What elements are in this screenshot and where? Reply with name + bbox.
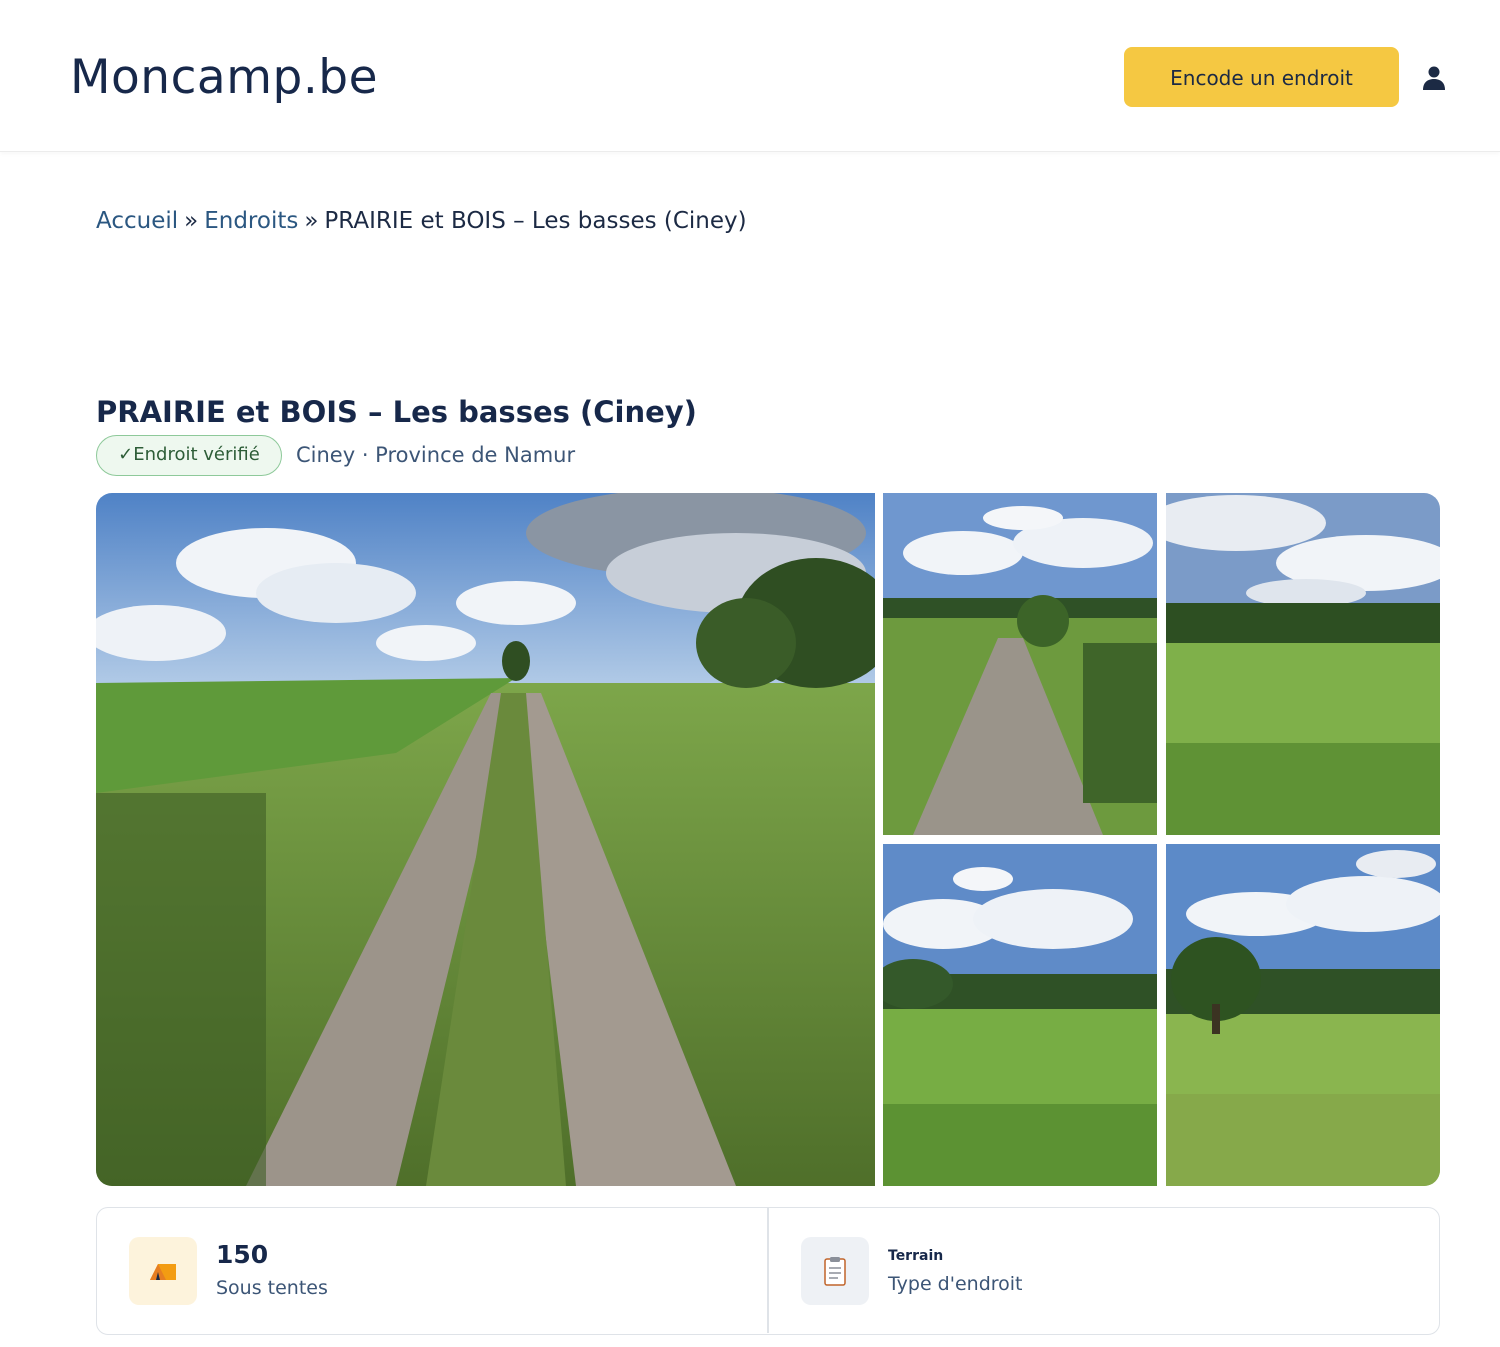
breadcrumb-section-link[interactable]: Endroits xyxy=(204,208,298,234)
place-type-label: Type d'endroit xyxy=(888,1273,1023,1295)
encode-place-button[interactable]: Encode un endroit xyxy=(1124,47,1399,107)
place-type-value: Terrain xyxy=(888,1248,944,1264)
user-icon[interactable] xyxy=(1420,64,1448,92)
site-logo[interactable]: Moncamp.be xyxy=(70,44,378,112)
capacity-value: 150 xyxy=(216,1240,269,1269)
breadcrumb-separator: » xyxy=(304,208,319,234)
photo-gallery xyxy=(96,493,1440,1186)
grass-field-woods-photo[interactable] xyxy=(1166,493,1440,835)
page-title: PRAIRIE et BOIS – Les basses (Ciney) xyxy=(96,395,697,429)
info-panel: 150 Sous tentes Terrain Type d'endroit xyxy=(96,1207,1440,1335)
oak-tree-meadow-photo[interactable] xyxy=(1166,844,1440,1186)
place-type-card: Terrain Type d'endroit xyxy=(769,1208,1439,1333)
location-text: Ciney · Province de Namur xyxy=(296,443,576,467)
breadcrumb: Accueil» Endroits» PRAIRIE et BOIS – Les b… xyxy=(96,203,747,239)
clipboard-icon xyxy=(801,1237,869,1305)
breadcrumb-home-link[interactable]: Accueil xyxy=(96,208,178,234)
breadcrumb-separator: » xyxy=(184,208,199,234)
gravel-path-photo[interactable] xyxy=(883,493,1157,835)
verified-badge: ✓Endroit vérifié xyxy=(96,435,282,476)
tent-icon xyxy=(129,1237,197,1305)
capacity-label: Sous tentes xyxy=(216,1277,328,1299)
breadcrumb-current: PRAIRIE et BOIS – Les basses (Ciney) xyxy=(324,208,747,234)
site-header: Moncamp.be Encode un endroit xyxy=(0,0,1500,152)
open-meadow-photo[interactable] xyxy=(883,844,1157,1186)
capacity-card: 150 Sous tentes xyxy=(97,1208,767,1333)
dirt-road-meadow-photo[interactable] xyxy=(96,493,875,1186)
